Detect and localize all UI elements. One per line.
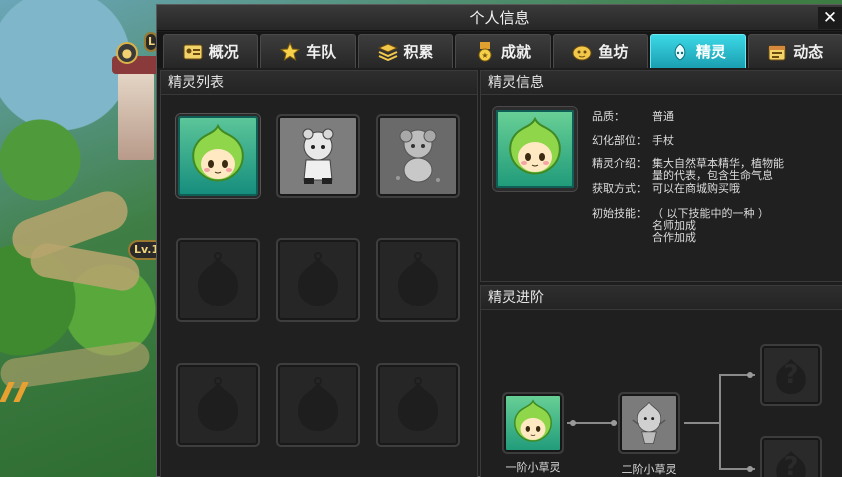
tab-label: 积累	[403, 43, 434, 61]
intro-label: 精灵介绍：	[592, 157, 647, 170]
calendar-icon	[767, 43, 787, 61]
quality-value: 普通	[652, 110, 674, 123]
grass-sprite-icon	[509, 116, 561, 175]
quality-label: 品质：	[592, 110, 625, 123]
connector-dot	[747, 466, 753, 472]
panel-title-bar: 个人信息 ✕	[157, 5, 842, 31]
obtain-label: 获取方式：	[592, 182, 647, 195]
sprite-slot-empty[interactable]	[276, 363, 360, 447]
tab-fish-shop[interactable]: 鱼坊	[552, 34, 649, 68]
part-value: 手杖	[652, 134, 674, 147]
empty-sprite-silhouette-icon	[398, 252, 438, 306]
sprite-slot-locked[interactable]	[376, 114, 460, 198]
section-title: 精灵进阶	[481, 286, 842, 310]
section-title: 精灵列表	[161, 71, 477, 95]
question-mark-icon: ?	[783, 452, 799, 477]
tab-sprite[interactable]: 精灵	[650, 34, 746, 68]
sprite-slot-empty[interactable]	[176, 238, 260, 322]
connector-dot	[570, 420, 576, 426]
close-button[interactable]: ✕	[818, 7, 842, 29]
obtain-row: 获取方式： 可以在商城购买哦	[592, 183, 842, 195]
tab-overview[interactable]: 概况	[163, 34, 259, 68]
stage-branch	[719, 374, 721, 470]
sprite-list-section: 精灵列表	[160, 70, 478, 477]
sprite-advance-section: 精灵进阶 一阶小草灵 二阶小草灵 ? ?	[480, 285, 842, 477]
advance-stage-2[interactable]	[618, 392, 680, 454]
stage-2-label: 二阶小草灵	[621, 463, 677, 476]
intro-value: 集大自然草本精华，植物能量的代表，包含生命气息	[652, 157, 784, 182]
empty-sprite-silhouette-icon	[298, 252, 338, 306]
part-label: 幻化部位：	[592, 134, 647, 147]
map-path	[27, 240, 143, 294]
tab-label: 精灵	[695, 43, 726, 61]
empty-sprite-silhouette-icon	[198, 252, 238, 306]
white-sprite-icon	[302, 128, 334, 184]
advance-stage-3a-unknown[interactable]: ?	[760, 344, 822, 406]
stack-icon	[377, 42, 398, 61]
flower-sprite-icon	[396, 129, 440, 183]
lock-icon[interactable]: ●	[116, 42, 138, 64]
quality-row: 品质： 普通	[592, 111, 842, 123]
stage-connector	[684, 422, 719, 424]
medal-icon: ★	[475, 41, 495, 61]
empty-sprite-silhouette-icon	[398, 377, 438, 431]
sprite-slot-grass-sprite[interactable]	[176, 114, 260, 198]
empty-sprite-silhouette-icon	[198, 377, 238, 431]
sprite-slot-locked[interactable]	[276, 114, 360, 198]
part-row: 幻化部位： 手杖	[592, 135, 842, 147]
fish-bag-icon	[572, 43, 592, 61]
sprite-slot-empty[interactable]	[276, 238, 360, 322]
map-tower[interactable]	[112, 56, 160, 160]
tab-label: 概况	[208, 43, 239, 61]
skill-row: 初始技能： （ 以下技能中的一种 ） 名师加成 合作加成	[592, 208, 842, 244]
star-icon	[280, 41, 301, 61]
tab-team[interactable]: 车队	[260, 34, 356, 68]
section-title: 精灵信息	[481, 71, 842, 95]
tab-label: 成就	[500, 43, 531, 61]
sprite-icon	[670, 42, 690, 61]
skill-values: （ 以下技能中的一种 ） 名师加成 合作加成	[652, 208, 824, 244]
personal-info-panel: 个人信息 ✕ 概况 车队 积累 ★ 成就 鱼坊 精灵 动态 精灵列表 精灵信息 …	[156, 4, 842, 477]
question-mark-icon: ?	[783, 360, 799, 390]
svg-text:★: ★	[481, 51, 488, 60]
connector-dot	[611, 420, 617, 426]
skill-label: 初始技能：	[592, 207, 647, 220]
leaf-fairy-icon	[632, 401, 666, 444]
sprite-info-section: 精灵信息 品质： 普通 幻化部位： 手杖 精灵介绍： 集大自然草本精华，植物能量…	[480, 70, 842, 282]
skill-item: 合作加成	[652, 231, 696, 244]
grass-sprite-icon	[514, 399, 552, 442]
scroll-left-arrows-icon[interactable]	[0, 382, 40, 406]
tab-achievement[interactable]: ★ 成就	[455, 34, 551, 68]
tab-accumulate[interactable]: 积累	[357, 34, 454, 68]
intro-row: 精灵介绍： 集大自然草本精华，植物能量的代表，包含生命气息	[592, 158, 842, 182]
sprite-slot-empty[interactable]	[376, 363, 460, 447]
sprite-portrait	[493, 107, 577, 191]
tab-label: 鱼坊	[598, 43, 629, 61]
sprite-slot-empty[interactable]	[376, 238, 460, 322]
obtain-value: 可以在商城购买哦	[652, 182, 740, 195]
empty-sprite-silhouette-icon	[298, 377, 338, 431]
tab-dynamic[interactable]: 动态	[747, 34, 842, 68]
tab-label: 动态	[793, 43, 824, 61]
advance-stage-3b-unknown[interactable]: ?	[760, 436, 822, 477]
id-card-icon	[183, 43, 203, 61]
connector-dot	[747, 372, 753, 378]
sprite-slot-empty[interactable]	[176, 363, 260, 447]
tab-bar: 概况 车队 积累 ★ 成就 鱼坊 精灵 动态	[157, 32, 842, 68]
panel-title: 个人信息	[469, 9, 530, 27]
grass-sprite-icon	[192, 123, 244, 182]
tab-label: 车队	[306, 43, 337, 61]
stage-1-label: 一阶小草灵	[505, 461, 561, 474]
advance-stage-1[interactable]	[502, 392, 564, 454]
